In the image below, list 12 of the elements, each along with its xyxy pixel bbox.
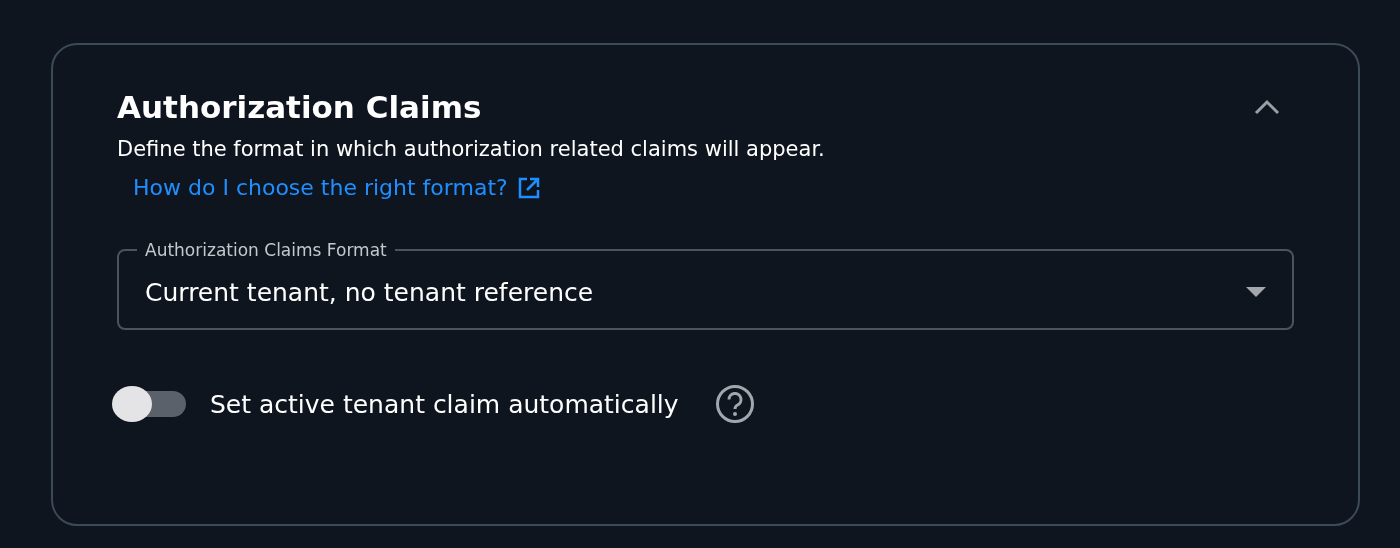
dropdown-arrow-icon [1246, 287, 1266, 297]
section-description: Define the format in which authorization related claims will appear. [117, 137, 826, 161]
select-value: Current tenant, no tenant reference [145, 277, 594, 307]
help-icon[interactable] [714, 384, 755, 424]
chevron-icon [1254, 99, 1280, 115]
toggle-label: Set active tenant claim automatically [210, 389, 679, 419]
section-title: Authorization Claims [117, 89, 482, 125]
format-select[interactable]: Authorization Claims Format Current tenant, no tenant reference [117, 240, 1294, 330]
toggle-switch[interactable] [112, 386, 186, 422]
help-link[interactable]: How do I choose the right format? [133, 175, 540, 200]
field-label: Authorization Claims Format [144, 240, 388, 260]
external-link-icon [517, 176, 540, 199]
